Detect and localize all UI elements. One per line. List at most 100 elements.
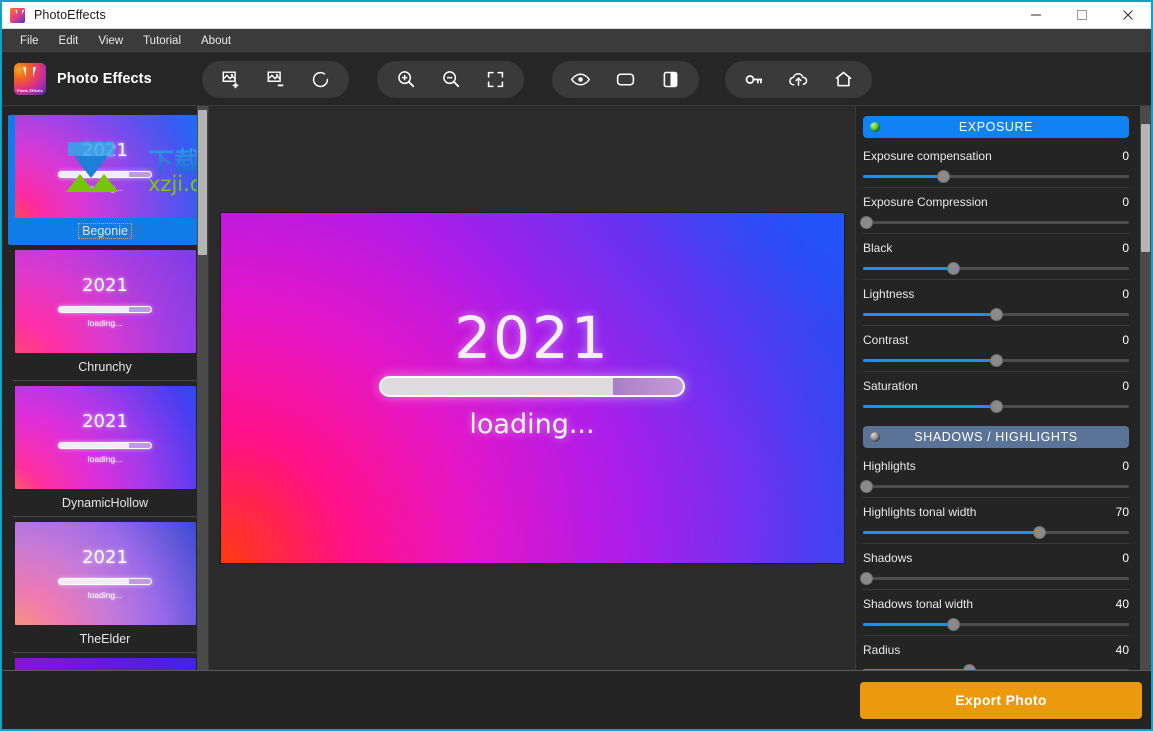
thumb-year: 2021 [82, 274, 128, 296]
menu-item-file[interactable]: File [10, 32, 49, 50]
minimize-icon[interactable] [1013, 2, 1059, 28]
slider-label: Shadows tonal width [863, 597, 974, 611]
section-toggle-led-icon[interactable] [870, 122, 880, 132]
preset-thumbnail: 2021 loading... [14, 522, 196, 625]
maximize-icon[interactable] [1059, 2, 1105, 28]
slider-value: 0 [1122, 195, 1129, 209]
remove-image-icon[interactable] [253, 63, 298, 96]
slider-row-exposure-compensation: Exposure compensation 0 [863, 144, 1129, 190]
adjustments-panel: EXPOSURE Exposure compensation 0 Exposur… [855, 106, 1151, 670]
preview-loading-text: loading... [469, 409, 595, 440]
slider-row-radius: Radius 40 [863, 638, 1129, 670]
preset-sidebar: 2021 loading... Begonie 2021 loading... … [2, 106, 209, 670]
reset-circle-icon[interactable] [298, 63, 343, 96]
zoom-in-icon[interactable] [383, 63, 428, 96]
menu-item-view[interactable]: View [88, 32, 133, 50]
image-canvas[interactable]: 2021 loading... [209, 106, 855, 670]
slider-value: 0 [1122, 333, 1129, 347]
zoom-out-icon[interactable] [428, 63, 473, 96]
menu-item-tutorial[interactable]: Tutorial [133, 32, 191, 50]
slider-value: 0 [1122, 287, 1129, 301]
split-view-icon[interactable] [648, 63, 693, 96]
toolbar: Photo Effects Photo Effects [2, 53, 1151, 106]
title-bar: PhotoEffects [2, 2, 1151, 29]
menu-item-about[interactable]: About [191, 32, 241, 50]
eye-preview-icon[interactable] [558, 63, 603, 96]
preset-list: 2021 loading... Begonie 2021 loading... … [2, 106, 208, 670]
section-toggle-led-icon[interactable] [870, 432, 880, 442]
slider-value: 40 [1115, 597, 1129, 611]
section-header-shadows-highlights[interactable]: SHADOWS / HIGHLIGHTS [863, 426, 1129, 448]
slider-control[interactable] [863, 260, 1129, 276]
app-window: PhotoEffects File Edit View Tutorial Abo… [0, 0, 1153, 731]
list-item-label-wrap: Begonie [8, 218, 202, 243]
slider-label: Black [863, 241, 893, 255]
slider-row-contrast: Contrast 0 [863, 328, 1129, 374]
slider-value: 70 [1115, 505, 1129, 519]
sidebar-scrollbar[interactable] [197, 106, 208, 670]
slider-control[interactable] [863, 398, 1129, 414]
brand-name: Photo Effects [57, 71, 152, 87]
key-icon[interactable] [731, 63, 776, 96]
divider [13, 516, 197, 517]
sidebar-item-label: TheElder [79, 632, 131, 646]
toolbar-zoom-group [377, 60, 524, 98]
slider-control[interactable] [863, 352, 1129, 368]
export-photo-button[interactable]: Export Photo [860, 681, 1142, 719]
add-image-icon[interactable] [208, 63, 253, 96]
close-icon[interactable] [1105, 2, 1151, 28]
fit-screen-icon[interactable] [473, 63, 518, 96]
thumb-loading: loading... [87, 182, 123, 193]
panel-scrollbar-thumb[interactable] [1141, 124, 1150, 252]
slider-row-shadows-tonal-width: Shadows tonal width 40 [863, 592, 1129, 638]
slider-control[interactable] [860, 570, 1129, 586]
slider-row-highlights-tonal-width: Highlights tonal width 70 [863, 500, 1129, 546]
rectangle-crop-icon[interactable] [603, 63, 648, 96]
slider-control[interactable] [863, 168, 1129, 184]
section-title: SHADOWS / HIGHLIGHTS [914, 430, 1078, 444]
list-item[interactable]: 2021 loading... TheElder [8, 522, 202, 652]
sidebar-item-label: Chrunchy [78, 360, 132, 374]
slider-label: Saturation [863, 379, 918, 393]
slider-control[interactable] [860, 478, 1129, 494]
panel-scrollbar[interactable] [1140, 106, 1151, 670]
preview-image: 2021 loading... [220, 213, 844, 563]
slider-control[interactable] [863, 524, 1129, 540]
home-icon[interactable] [821, 63, 866, 96]
slider-row-black: Black 0 [863, 236, 1129, 282]
list-item[interactable]: 2021 loading... Begonie [8, 115, 202, 245]
sidebar-scrollbar-thumb[interactable] [198, 110, 207, 255]
toolbar-file-group [202, 60, 349, 98]
slider-value: 0 [1122, 379, 1129, 393]
preset-thumbnail: 2021 loading... [14, 250, 196, 353]
slider-row-highlights: Highlights 0 [860, 454, 1129, 500]
slider-control[interactable] [863, 306, 1129, 322]
cloud-upload-icon[interactable] [776, 63, 821, 96]
brand: Photo Effects Photo Effects [2, 63, 202, 95]
menu-bar: File Edit View Tutorial About [2, 29, 1151, 53]
slider-value: 40 [1115, 643, 1129, 657]
slider-label: Exposure Compression [863, 195, 988, 209]
sidebar-item-label: DynamicHollow [61, 496, 149, 510]
thumb-year: 2021 [82, 139, 128, 161]
slider-label: Highlights tonal width [863, 505, 977, 519]
slider-control[interactable] [863, 616, 1129, 632]
app-logo-icon [10, 7, 25, 23]
slider-row-exposure-compression: Exposure Compression 0 [860, 190, 1129, 236]
thumb-year: 2021 [82, 546, 128, 568]
preset-thumbnail: 2021 loading... [14, 115, 196, 218]
slider-control[interactable] [860, 214, 1129, 230]
thumb-loading: loading... [87, 317, 123, 328]
window-title: PhotoEffects [34, 8, 106, 22]
slider-label: Lightness [863, 287, 915, 301]
list-item[interactable]: 2021 loading... Chrunchy [8, 250, 202, 380]
sidebar-item-label: Begonie [78, 223, 132, 239]
toolbar-view-group [552, 60, 699, 98]
list-item[interactable]: 2021 loading... DynamicHollow [8, 386, 202, 516]
menu-item-edit[interactable]: Edit [49, 32, 89, 50]
section-header-exposure[interactable]: EXPOSURE [863, 116, 1129, 138]
slider-value: 0 [1122, 149, 1129, 163]
slider-control[interactable] [863, 662, 1129, 670]
list-item[interactable] [8, 658, 202, 670]
divider [13, 380, 197, 381]
